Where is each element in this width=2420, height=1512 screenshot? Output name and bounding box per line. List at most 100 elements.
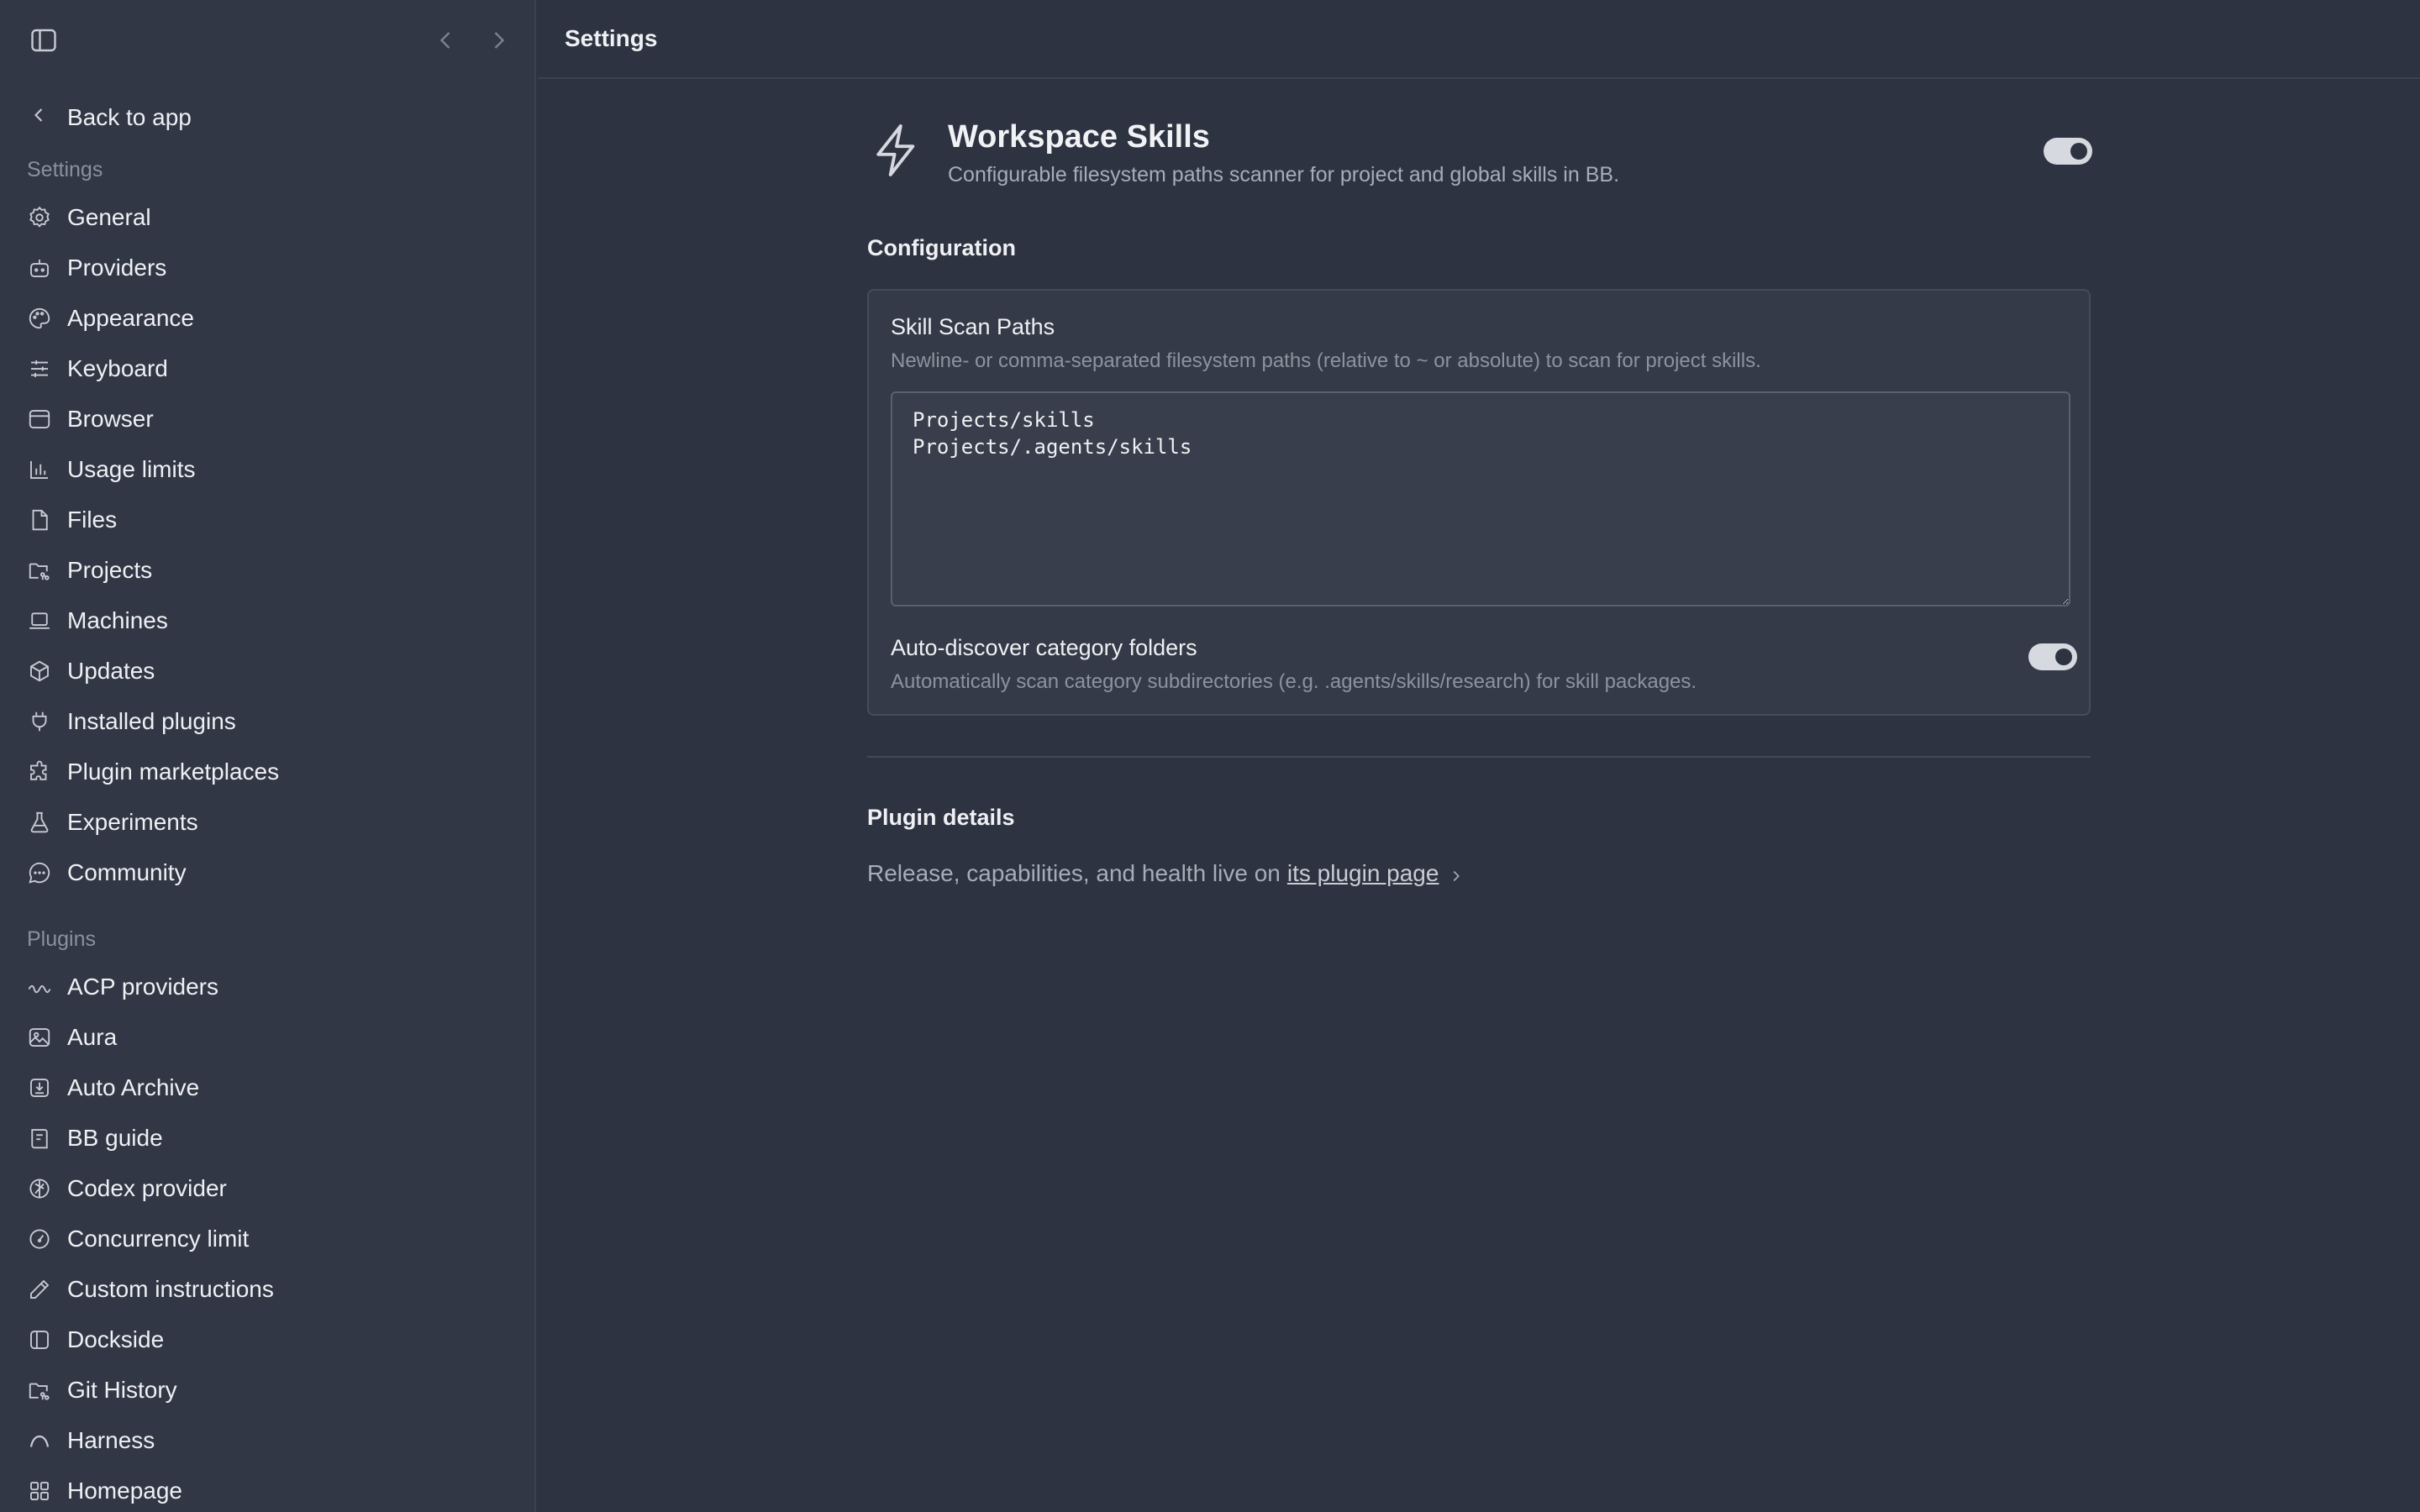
sidebar-item-label: Git History bbox=[67, 1377, 177, 1403]
sidebar-item-label: Installed plugins bbox=[67, 708, 236, 734]
chat-bubble-icon bbox=[27, 860, 52, 885]
folder-git-icon bbox=[27, 558, 52, 583]
sliders-icon bbox=[27, 356, 52, 381]
sidebar-item-installed-plugins[interactable]: Installed plugins bbox=[0, 696, 534, 747]
image-icon bbox=[27, 1025, 52, 1050]
sidebar-item-files[interactable]: Files bbox=[0, 495, 534, 545]
sidebar-item-dockside[interactable]: Dockside bbox=[0, 1315, 534, 1365]
sidebar-item-appearance[interactable]: Appearance bbox=[0, 293, 534, 344]
plugin-header: Workspace Skills Configurable filesystem… bbox=[867, 118, 2092, 202]
section-divider bbox=[867, 756, 2091, 758]
sidebar-item-machines[interactable]: Machines bbox=[0, 596, 534, 646]
sidebar-item-label: Updates bbox=[67, 658, 155, 684]
browser-icon bbox=[27, 407, 52, 432]
bot-icon bbox=[27, 255, 52, 281]
archive-icon bbox=[27, 1075, 52, 1100]
history-back-icon[interactable] bbox=[430, 25, 460, 55]
sidebar-item-label: Projects bbox=[67, 557, 153, 583]
plugin-title: Workspace Skills bbox=[948, 119, 1210, 155]
sidebar-item-auto-archive[interactable]: Auto Archive bbox=[0, 1063, 534, 1113]
sidebar-item-browser[interactable]: Browser bbox=[0, 394, 534, 444]
book-icon bbox=[27, 1126, 52, 1151]
file-icon bbox=[27, 507, 52, 533]
plugin-details-description: Release, capabilities, and health live o… bbox=[867, 860, 1281, 886]
sidebar-item-label: Browser bbox=[67, 406, 154, 432]
toggle-knob bbox=[2070, 143, 2087, 160]
laptop-icon bbox=[27, 608, 52, 633]
configuration-card: Skill Scan Paths Newline- or comma-separ… bbox=[867, 289, 2091, 716]
auto-discover-toggle[interactable] bbox=[2028, 643, 2077, 670]
flask-icon bbox=[27, 810, 52, 835]
sidebar-item-keyboard[interactable]: Keyboard bbox=[0, 344, 534, 394]
sidebar-item-label: Keyboard bbox=[67, 355, 168, 381]
skill-scan-paths-textarea[interactable] bbox=[891, 391, 2070, 606]
gauge-icon bbox=[27, 1226, 52, 1252]
sidebar-item-custom-instructions[interactable]: Custom instructions bbox=[0, 1264, 534, 1315]
arc-icon bbox=[27, 1428, 52, 1453]
chevron-right-icon[interactable] bbox=[1447, 864, 1465, 883]
auto-discover-label: Auto-discover category folders bbox=[891, 635, 1197, 660]
sidebar-item-label: ACP providers bbox=[67, 974, 219, 1000]
sidebar-item-label: Dockside bbox=[67, 1326, 165, 1352]
sidebar-item-git-history[interactable]: Git History bbox=[0, 1365, 534, 1415]
sidebar-item-codex-provider[interactable]: Codex provider bbox=[0, 1163, 534, 1214]
sidebar-item-bb-guide[interactable]: BB guide bbox=[0, 1113, 534, 1163]
sidebar-item-label: Appearance bbox=[67, 305, 195, 331]
sidebar-item-harness[interactable]: Harness bbox=[0, 1415, 534, 1466]
sidebar-item-projects[interactable]: Projects bbox=[0, 545, 534, 596]
back-to-app-link[interactable]: Back to app bbox=[27, 99, 192, 136]
sidebar: Back to app Settings General Providers A… bbox=[0, 0, 536, 1512]
sidebar-item-general[interactable]: General bbox=[0, 192, 534, 243]
page-title: Settings bbox=[565, 25, 658, 51]
panel-left-icon bbox=[27, 1327, 52, 1352]
sidebar-item-label: Aura bbox=[67, 1024, 118, 1050]
openai-icon bbox=[27, 1176, 52, 1201]
plugin-details-heading: Plugin details bbox=[867, 805, 1015, 830]
sidebar-item-label: Providers bbox=[67, 255, 167, 281]
auto-discover-help: Automatically scan category subdirectori… bbox=[891, 670, 1697, 693]
puzzle-icon bbox=[27, 759, 52, 785]
sidebar-item-aura[interactable]: Aura bbox=[0, 1012, 534, 1063]
sidebar-item-experiments[interactable]: Experiments bbox=[0, 797, 534, 848]
sidebar-item-acp-providers[interactable]: ACP providers bbox=[0, 962, 534, 1012]
sidebar-item-usage-limits[interactable]: Usage limits bbox=[0, 444, 534, 495]
sidebar-item-updates[interactable]: Updates bbox=[0, 646, 534, 696]
toggle-knob bbox=[2055, 648, 2072, 665]
sidebar-item-label: BB guide bbox=[67, 1125, 163, 1151]
plugin-page-link[interactable]: its plugin page bbox=[1287, 860, 1439, 887]
sidebar-item-concurrency-limit[interactable]: Concurrency limit bbox=[0, 1214, 534, 1264]
sidebar-item-label: General bbox=[67, 204, 151, 230]
sidebar-item-label: Auto Archive bbox=[67, 1074, 200, 1100]
wave-icon bbox=[27, 974, 52, 1000]
bar-chart-icon bbox=[27, 457, 52, 482]
top-bar: Settings bbox=[538, 0, 2420, 79]
sidebar-item-plugin-marketplaces[interactable]: Plugin marketplaces bbox=[0, 747, 534, 797]
lightning-bolt-icon bbox=[872, 121, 921, 180]
sidebar-item-label: Files bbox=[67, 507, 118, 533]
sidebar-item-community[interactable]: Community bbox=[0, 848, 534, 898]
history-forward-icon[interactable] bbox=[484, 25, 514, 55]
grid-icon bbox=[27, 1478, 52, 1504]
settings-nav-list: General Providers Appearance Keyboard Br… bbox=[0, 192, 534, 898]
sidebar-header bbox=[0, 0, 534, 79]
plug-icon bbox=[27, 709, 52, 734]
sidebar-item-label: Homepage bbox=[67, 1478, 182, 1504]
sidebar-item-label: Harness bbox=[67, 1427, 155, 1453]
plugins-section-label: Plugins bbox=[27, 927, 96, 951]
sidebar-item-label: Experiments bbox=[67, 809, 198, 835]
skill-scan-paths-help: Newline- or comma-separated filesystem p… bbox=[891, 349, 1761, 372]
sidebar-item-label: Codex provider bbox=[67, 1175, 227, 1201]
plugins-nav-list: ACP providers Aura Auto Archive BB guide… bbox=[0, 962, 534, 1512]
pencil-icon bbox=[27, 1277, 52, 1302]
sidebar-toggle-icon[interactable] bbox=[27, 25, 60, 55]
plugin-description: Configurable filesystem paths scanner fo… bbox=[948, 163, 1620, 186]
plugin-enabled-toggle[interactable] bbox=[2044, 138, 2092, 165]
back-to-app-label: Back to app bbox=[67, 104, 192, 130]
sidebar-item-providers[interactable]: Providers bbox=[0, 243, 534, 293]
sidebar-item-label: Concurrency limit bbox=[67, 1226, 250, 1252]
plugin-settings-panel: Workspace Skills Configurable filesystem… bbox=[867, 118, 2092, 886]
gear-icon bbox=[27, 205, 52, 230]
sidebar-item-homepage[interactable]: Homepage bbox=[0, 1466, 534, 1512]
sidebar-item-label: Usage limits bbox=[67, 456, 196, 482]
sidebar-item-label: Machines bbox=[67, 607, 168, 633]
